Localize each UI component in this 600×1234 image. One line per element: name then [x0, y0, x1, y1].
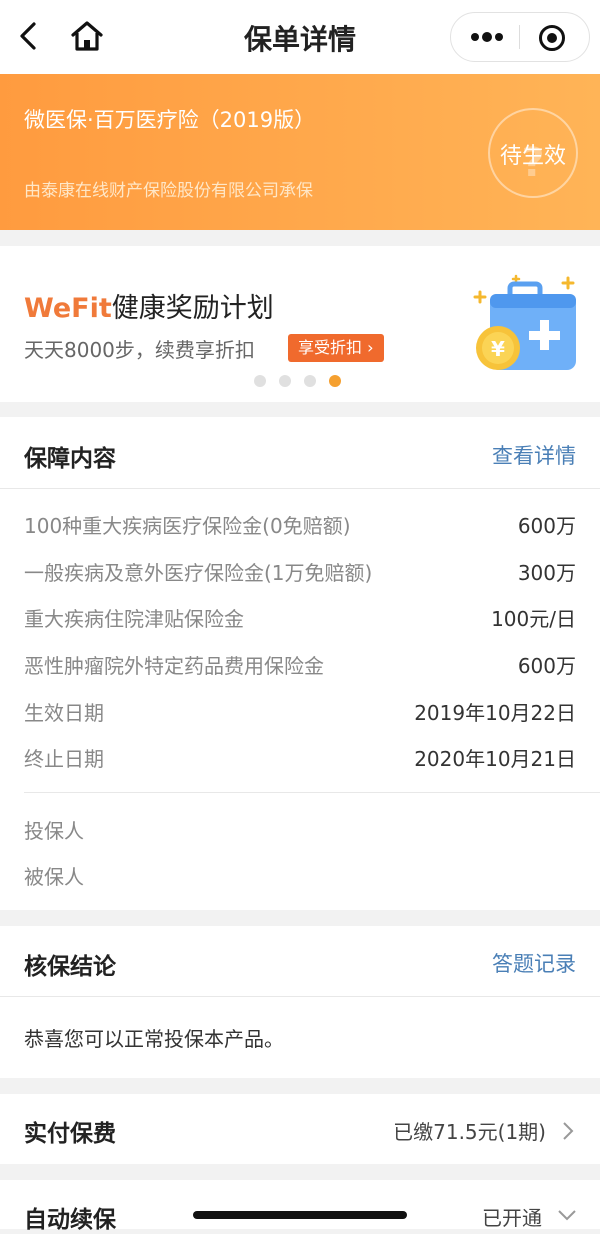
coverage-label: 重大疾病住院津贴保险金: [24, 607, 244, 631]
coverage-row: 恶性肿瘤院外特定药品费用保险金 600万: [24, 650, 576, 686]
capsule-divider: [519, 25, 520, 49]
row-divider: [24, 792, 600, 793]
payment-value: 已缴71.5元(1期): [393, 1120, 546, 1144]
product-name: 微医保·百万医疗险（2019版）: [24, 108, 316, 132]
navigation-bar: 保单详情: [0, 0, 600, 74]
coverage-value: 600万: [517, 654, 576, 678]
section-divider: [0, 996, 600, 997]
svg-text:¥: ¥: [491, 337, 505, 361]
coverage-row: 重大疾病住院津贴保险金 100元/日: [24, 603, 576, 639]
coverage-row: 100种重大疾病医疗保险金(0免赔额) 600万: [24, 510, 576, 546]
coverage-value: 300万: [517, 561, 576, 585]
policyholder-row: 投保人: [24, 815, 576, 851]
coverage-row: 一般疾病及意外医疗保险金(1万免赔额) 300万: [24, 557, 576, 593]
promo-title-rest: 健康奖励计划: [111, 293, 274, 324]
section-divider: [0, 488, 600, 489]
coverage-detail-link[interactable]: 查看详情: [492, 440, 576, 470]
promo-brand: WeFit: [24, 293, 112, 324]
coverage-label: 100种重大疾病医疗保险金(0免赔额): [24, 514, 351, 538]
medical-kit-icon: ¥: [473, 274, 576, 370]
effective-date-label: 生效日期: [24, 701, 104, 725]
effective-date-value: 2019年10月22日: [414, 701, 576, 725]
mini-program-capsule: [450, 12, 590, 62]
carousel-dot[interactable]: [304, 375, 316, 387]
coverage-value: 100元/日: [491, 607, 576, 631]
chevron-right-icon: [563, 1122, 574, 1140]
answer-record-link[interactable]: 答题记录: [492, 948, 576, 978]
end-date-row: 终止日期 2020年10月21日: [24, 743, 576, 779]
status-badge: 待生效: [499, 144, 566, 169]
underwriter-text: 由泰康在线财产保险股份有限公司承保: [24, 181, 313, 201]
discount-button-label: 享受折扣: [298, 338, 363, 357]
promo-subtitle: 天天8000步，续费享折扣: [24, 338, 255, 362]
effective-date-row: 生效日期 2019年10月22日: [24, 697, 576, 733]
coverage-section: 保障内容 查看详情 100种重大疾病医疗保险金(0免赔额) 600万 一般疾病及…: [0, 417, 600, 910]
discount-button[interactable]: 享受折扣 ›: [288, 334, 384, 362]
payment-title: 实付保费: [24, 1121, 116, 1147]
policy-banner: 微医保·百万医疗险（2019版） 由泰康在线财产保险股份有限公司承保 ? 待生效: [0, 74, 600, 230]
auto-renewal-row[interactable]: 自动续保 已开通: [0, 1180, 600, 1233]
coverage-title: 保障内容: [24, 446, 116, 472]
close-miniprogram-icon[interactable]: [537, 23, 567, 53]
promo-title: WeFit健康奖励计划: [24, 286, 274, 325]
carousel-dot[interactable]: [254, 375, 266, 387]
coverage-label: 恶性肿瘤院外特定药品费用保险金: [24, 654, 324, 678]
coverage-value: 600万: [517, 514, 576, 538]
status-stamp: ? 待生效: [488, 108, 578, 198]
carousel-dot-active[interactable]: [329, 375, 341, 387]
insured-row: 被保人: [24, 861, 576, 897]
payment-row[interactable]: 实付保费 已缴71.5元(1期): [0, 1094, 600, 1164]
insured-label: 被保人: [24, 865, 84, 889]
carousel-indicator: [254, 372, 354, 387]
more-icon[interactable]: [467, 23, 507, 51]
home-indicator[interactable]: [193, 1211, 407, 1219]
underwriting-title: 核保结论: [24, 954, 116, 980]
underwriting-result: 恭喜您可以正常投保本产品。: [24, 1027, 284, 1051]
coverage-label: 一般疾病及意外医疗保险金(1万免赔额): [24, 561, 373, 585]
carousel-dot[interactable]: [279, 375, 291, 387]
chevron-down-icon: [558, 1210, 576, 1221]
end-date-label: 终止日期: [24, 747, 104, 771]
auto-renewal-value: 已开通: [482, 1206, 542, 1230]
end-date-value: 2020年10月21日: [414, 747, 576, 771]
underwriting-section: 核保结论 答题记录 恭喜您可以正常投保本产品。: [0, 926, 600, 1078]
policyholder-label: 投保人: [24, 819, 84, 843]
